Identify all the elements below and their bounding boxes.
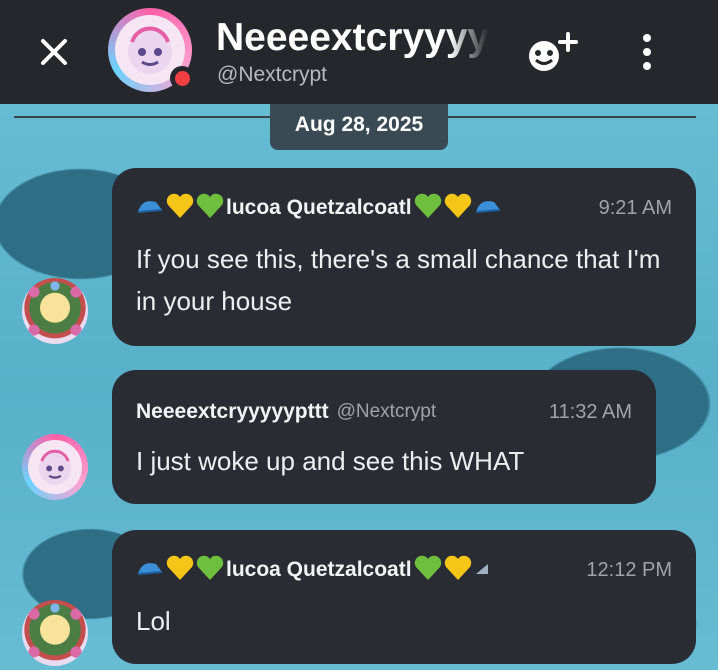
message-item: lucoa Quetzalcoatl 12:12 PM Lol [0, 530, 718, 666]
yellow-heart-icon [166, 555, 194, 586]
user-avatar-lucoa[interactable] [22, 600, 88, 666]
message-item: lucoa Quetzalcoatl 9:21 AM If you see th… [0, 168, 718, 346]
dm-header: Neeeextcryyyyyptttt @Nextcrypt [0, 0, 718, 104]
green-heart-icon [196, 555, 224, 586]
header-username[interactable]: Neeeextcryyyyyptttt [216, 16, 488, 60]
add-member-button[interactable] [524, 30, 580, 76]
yellow-heart-icon [444, 555, 472, 586]
message-text: Lol [136, 606, 171, 636]
blue-cap-icon [136, 558, 164, 583]
user-avatar-lucoa[interactable] [22, 278, 88, 344]
message-timestamp: 9:21 AM [598, 196, 672, 219]
message-bubble[interactable]: lucoa Quetzalcoatl 9:21 AM If you see th… [112, 168, 696, 346]
date-divider: Aug 28, 2025 [270, 100, 448, 150]
dnd-status-indicator [170, 66, 194, 90]
avatar-face-icon [38, 449, 72, 485]
header-avatar[interactable] [108, 8, 194, 92]
header-handle: @Nextcrypt [217, 63, 328, 86]
close-icon [41, 39, 67, 65]
message-author[interactable]: lucoa Quetzalcoatl [226, 558, 412, 582]
blue-cap-icon [474, 196, 502, 221]
message-bubble[interactable]: Neeeextcryyyyypttt @Nextcrypt 11:32 AM I… [112, 370, 656, 504]
yellow-heart-icon [166, 193, 194, 224]
message-author-handle: @Nextcrypt [336, 401, 437, 422]
message-author[interactable]: lucoa Quetzalcoatl [226, 196, 412, 220]
yellow-heart-icon [444, 193, 472, 224]
message-timestamp: 12:12 PM [586, 558, 672, 581]
close-button[interactable] [34, 32, 74, 72]
more-options-button[interactable] [632, 30, 662, 74]
more-vertical-icon [643, 34, 651, 42]
message-bubble[interactable]: lucoa Quetzalcoatl 12:12 PM Lol [112, 530, 696, 664]
message-item: Neeeextcryyyyypttt @Nextcrypt 11:32 AM I… [0, 370, 718, 504]
green-heart-icon [414, 555, 442, 586]
green-heart-icon [414, 193, 442, 224]
message-author[interactable]: Neeeextcryyyyypttt [136, 400, 329, 424]
blue-cap-icon [136, 196, 164, 221]
message-text: If you see this, there's a small chance … [136, 244, 661, 316]
green-heart-icon [196, 193, 224, 224]
message-text: I just woke up and see this WHAT [136, 446, 525, 476]
message-timestamp: 11:32 AM [548, 400, 632, 423]
user-avatar-nextcrypt[interactable] [22, 434, 88, 500]
add-person-icon [529, 32, 578, 71]
blue-cap-icon [474, 558, 490, 583]
